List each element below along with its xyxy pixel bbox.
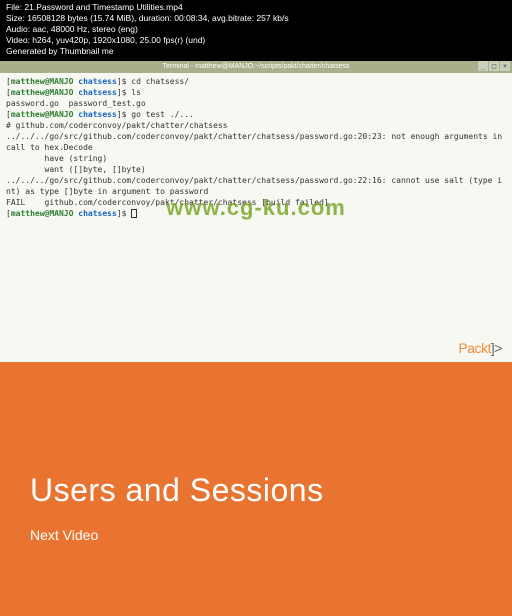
file-name-line: File: 21.Password and Timestamp Utilitie… bbox=[6, 2, 183, 12]
cursor-icon bbox=[131, 209, 137, 218]
terminal-window: Terminal - matthew@MANJO:~/scripts/pakt/… bbox=[0, 61, 512, 361]
close-icon[interactable]: × bbox=[500, 61, 510, 71]
prompt-user: matthew@MANJO bbox=[11, 110, 74, 119]
terminal-body[interactable]: [matthew@MANJO chatsess]$ cd chatsess/ [… bbox=[0, 73, 512, 373]
panel-title: Users and Sessions bbox=[30, 472, 482, 509]
file-info-header: File: 21.Password and Timestamp Utilitie… bbox=[0, 0, 512, 59]
terminal-titlebar[interactable]: Terminal - matthew@MANJO:~/scripts/pakt/… bbox=[0, 61, 512, 73]
audio-line: Audio: aac, 48000 Hz, stereo (eng) bbox=[6, 24, 138, 34]
prompt-path: chatsess bbox=[73, 77, 116, 86]
panel-subtitle: Next Video bbox=[30, 527, 482, 543]
prompt-user: matthew@MANJO bbox=[11, 88, 74, 97]
terminal-line: [matthew@MANJO chatsess]$ bbox=[6, 208, 506, 219]
error-line: want ([]byte, []byte) bbox=[6, 164, 506, 175]
prompt-path: chatsess bbox=[73, 209, 116, 218]
error-line: ../../../go/src/github.com/coderconvoy/p… bbox=[6, 175, 506, 197]
output-line: password.go password_test.go bbox=[6, 98, 506, 109]
maximize-icon[interactable]: □ bbox=[489, 61, 499, 71]
next-video-panel: Users and Sessions Next Video bbox=[0, 362, 512, 616]
command-text: ]$ cd chatsess/ bbox=[117, 77, 189, 86]
packt-logo: Packt]> bbox=[458, 340, 502, 356]
prompt-user: matthew@MANJO bbox=[11, 77, 74, 86]
error-line: have (string) bbox=[6, 153, 506, 164]
prompt-path: chatsess bbox=[73, 88, 116, 97]
error-line: ../../../go/src/github.com/coderconvoy/p… bbox=[6, 131, 506, 153]
packt-bracket-icon: ]> bbox=[491, 340, 502, 356]
file-size-line: Size: 16508128 bytes (15.74 MiB), durati… bbox=[6, 13, 289, 23]
command-text: ]$ ls bbox=[117, 88, 141, 97]
minimize-icon[interactable]: _ bbox=[478, 61, 488, 71]
terminal-line: [matthew@MANJO chatsess]$ cd chatsess/ bbox=[6, 76, 506, 87]
output-line: # github.com/coderconvoy/pakt/chatter/ch… bbox=[6, 120, 506, 131]
prompt-user: matthew@MANJO bbox=[11, 209, 74, 218]
terminal-line: [matthew@MANJO chatsess]$ go test ./... bbox=[6, 109, 506, 120]
generator-line: Generated by Thumbnail me bbox=[6, 46, 114, 56]
window-buttons: _ □ × bbox=[478, 61, 510, 71]
video-line: Video: h264, yuv420p, 1920x1080, 25.00 f… bbox=[6, 35, 205, 45]
packt-name: Packt bbox=[458, 340, 491, 356]
command-text: ]$ go test ./... bbox=[117, 110, 194, 119]
terminal-line: [matthew@MANJO chatsess]$ ls bbox=[6, 87, 506, 98]
fail-line: FAIL github.com/coderconvoy/pakt/chatter… bbox=[6, 197, 506, 208]
prompt-path: chatsess bbox=[73, 110, 116, 119]
